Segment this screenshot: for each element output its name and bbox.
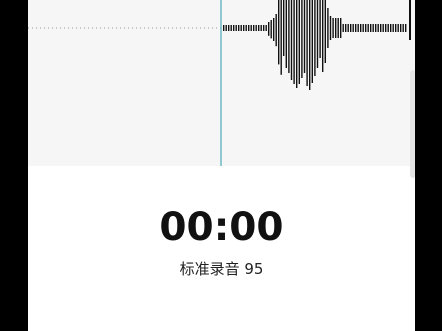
waveform-bar bbox=[375, 24, 377, 32]
waveform-bar bbox=[372, 24, 374, 32]
waveform-bar bbox=[400, 24, 402, 32]
waveform-bar bbox=[347, 24, 349, 32]
waveform-bar bbox=[260, 25, 262, 31]
waveform-bar bbox=[233, 25, 235, 31]
waveform-bar bbox=[298, 0, 300, 84]
waveform-bar bbox=[265, 25, 267, 31]
waveform-bar bbox=[253, 25, 255, 31]
waveform-bar bbox=[365, 24, 367, 32]
waveform-bar bbox=[240, 25, 242, 31]
waveform-bar bbox=[324, 0, 326, 63]
waveform-bar bbox=[238, 25, 240, 31]
waveform-bar bbox=[327, 8, 329, 48]
waveform-bar bbox=[258, 25, 260, 31]
waveform-bar bbox=[235, 25, 237, 31]
waveform-bar bbox=[268, 22, 270, 36]
waveform-bar bbox=[278, 0, 280, 65]
waveform-bar bbox=[223, 25, 225, 31]
waveform-bar bbox=[255, 25, 257, 31]
waveform-bar bbox=[405, 24, 407, 32]
waveform-bar bbox=[303, 0, 306, 73]
waveform-bar bbox=[397, 24, 399, 32]
waveform-bar bbox=[230, 25, 232, 31]
waveform-bar bbox=[337, 18, 339, 38]
waveform-bar bbox=[225, 25, 227, 31]
waveform-bar bbox=[288, 0, 290, 73]
waveform bbox=[28, 0, 411, 166]
waveform-bar bbox=[290, 0, 293, 80]
waveform-bar bbox=[314, 0, 316, 76]
waveform-bar bbox=[382, 24, 384, 32]
waveform-bar bbox=[345, 24, 347, 32]
waveform-bar bbox=[390, 24, 392, 32]
waveform-bar bbox=[409, 0, 411, 40]
waveform-bar bbox=[385, 24, 387, 32]
waveform-bar bbox=[270, 20, 272, 39]
waveform-bar bbox=[367, 24, 369, 32]
waveform-bar bbox=[311, 0, 313, 83]
scroll-handle[interactable] bbox=[410, 70, 415, 178]
waveform-bar bbox=[392, 24, 394, 32]
waveform-bar bbox=[301, 0, 303, 78]
waveform-bar bbox=[360, 24, 362, 32]
waveform-bar bbox=[296, 0, 298, 88]
waveform-panel[interactable] bbox=[28, 0, 415, 166]
waveform-bar bbox=[352, 24, 354, 32]
waveform-bar bbox=[322, 0, 324, 72]
waveform-bar bbox=[273, 18, 275, 41]
waveform-bar bbox=[250, 25, 252, 31]
waveform-bar bbox=[228, 25, 230, 31]
waveform-bar bbox=[377, 24, 379, 32]
waveform-bar bbox=[357, 24, 359, 32]
waveform-bar bbox=[243, 25, 245, 31]
waveform-bar bbox=[319, 0, 321, 58]
waveform-bar bbox=[335, 18, 337, 38]
waveform-bar bbox=[283, 0, 285, 56]
waveform-bar bbox=[355, 24, 357, 32]
recorder-screen: 00:00 标准录音 95 bbox=[28, 0, 415, 331]
waveform-bar bbox=[263, 25, 265, 31]
recording-name: 标准录音 95 bbox=[179, 260, 264, 278]
waveform-bar bbox=[402, 24, 404, 32]
waveform-bar bbox=[306, 0, 308, 86]
waveform-bar bbox=[395, 24, 397, 32]
waveform-bar bbox=[329, 16, 332, 40]
elapsed-time: 00:00 bbox=[159, 205, 284, 250]
waveform-bar bbox=[245, 25, 247, 31]
waveform-bar bbox=[350, 24, 352, 32]
waveform-bar bbox=[280, 0, 282, 75]
waveform-bar bbox=[309, 0, 311, 90]
waveform-bar bbox=[342, 24, 344, 32]
waveform-bar bbox=[370, 24, 372, 32]
waveform-bar bbox=[293, 0, 295, 84]
waveform-bar bbox=[380, 24, 382, 32]
waveform-bar bbox=[340, 18, 342, 38]
waveform-bar bbox=[387, 24, 389, 32]
waveform-bar bbox=[285, 0, 287, 68]
waveform-bar bbox=[248, 25, 250, 31]
waveform-bar bbox=[332, 18, 334, 38]
waveform-bar bbox=[316, 0, 319, 68]
waveform-bar bbox=[362, 24, 364, 32]
waveform-bar bbox=[275, 14, 277, 47]
